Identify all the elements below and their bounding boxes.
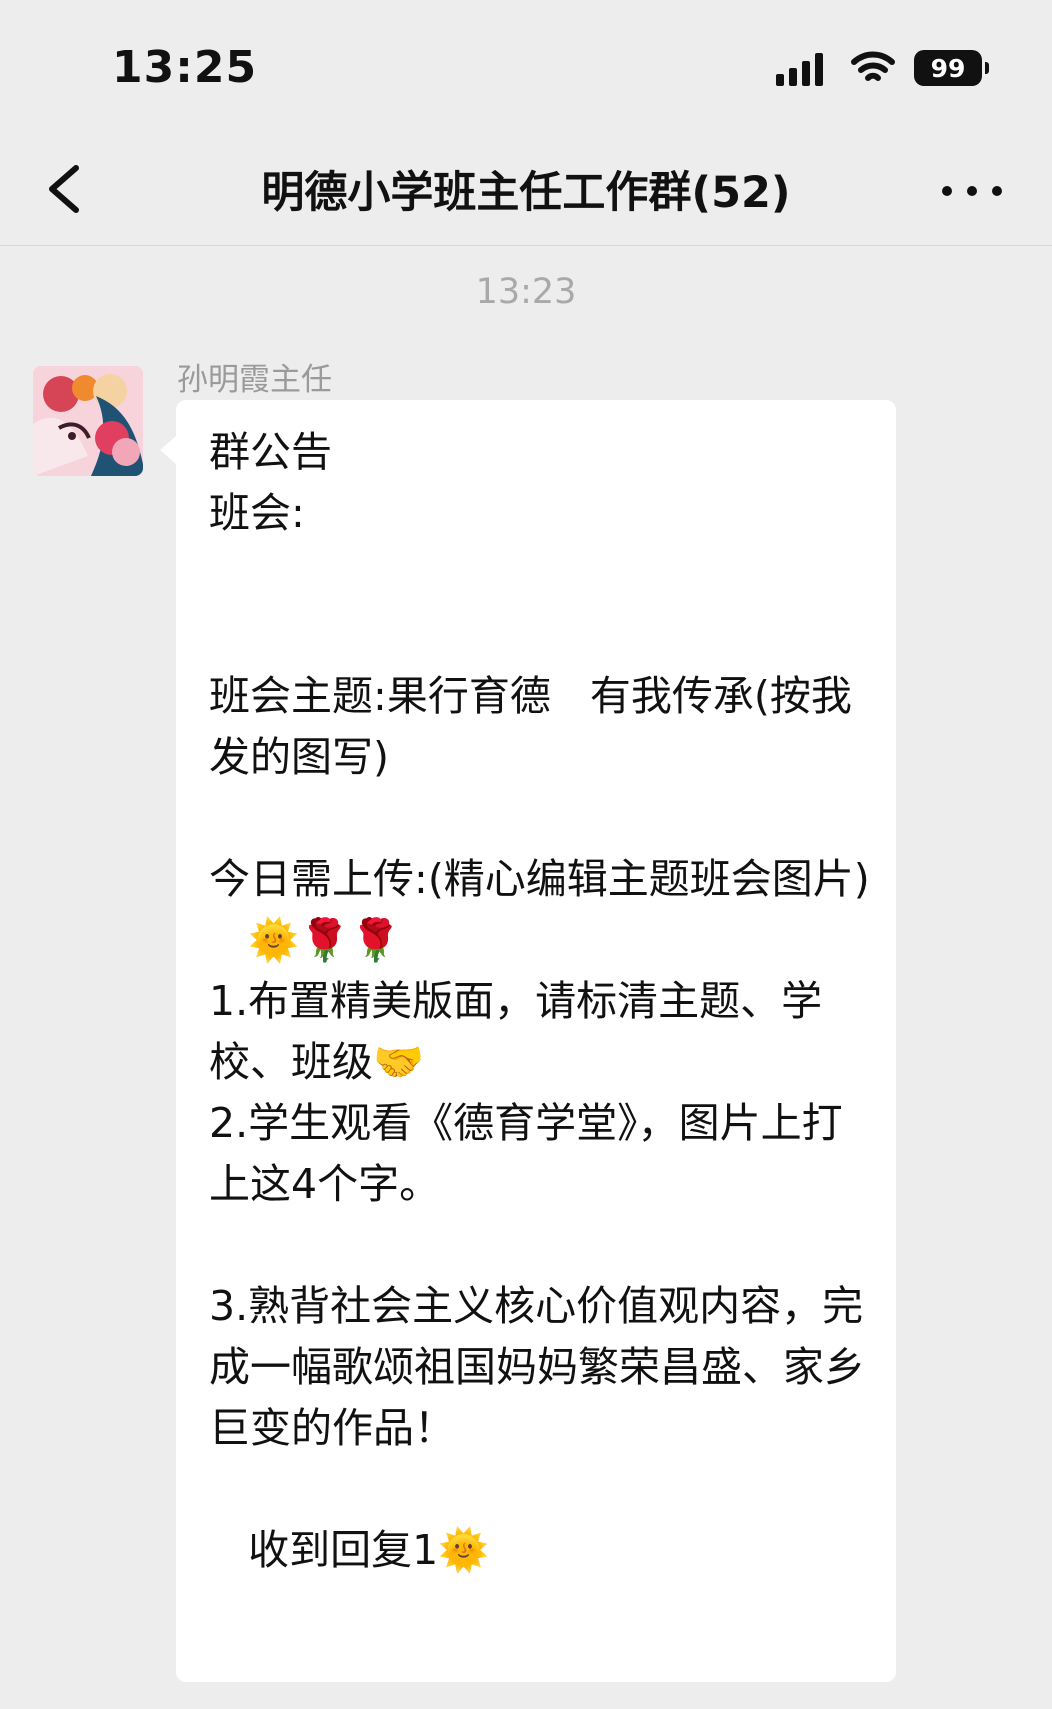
message-bubble[interactable]: 群公告 班会: 班会主题:果行育德 有我传承(按我发的图写) 今日需上传:(精心… xyxy=(160,400,896,1682)
signal-icon xyxy=(776,50,832,86)
more-button[interactable] xyxy=(942,166,1002,216)
battery-level: 99 xyxy=(930,53,966,83)
wifi-icon xyxy=(851,51,895,81)
more-horizontal-icon xyxy=(992,186,1002,196)
chevron-left-icon xyxy=(49,165,79,213)
message-timestamp: 13:23 xyxy=(475,272,577,312)
avatar-image xyxy=(33,366,143,476)
status-icons: 99 xyxy=(776,50,989,86)
more-horizontal-icon xyxy=(967,186,977,196)
sender-name: 孙明霞主任 xyxy=(177,362,332,398)
battery-icon: 99 xyxy=(914,50,989,86)
chat-header: 明德小学班主任工作群(52) xyxy=(0,140,1052,246)
status-bar: 13:25 99 xyxy=(0,0,1052,140)
message-text: 群公告 班会: 班会主题:果行育德 有我传承(按我发的图写) 今日需上传:(精心… xyxy=(209,428,870,1574)
back-button[interactable] xyxy=(34,154,94,224)
more-horizontal-icon xyxy=(942,186,952,196)
chat-title: 明德小学班主任工作群(52) xyxy=(261,168,791,218)
status-time: 13:25 xyxy=(112,42,258,93)
sender-avatar[interactable] xyxy=(33,366,143,476)
